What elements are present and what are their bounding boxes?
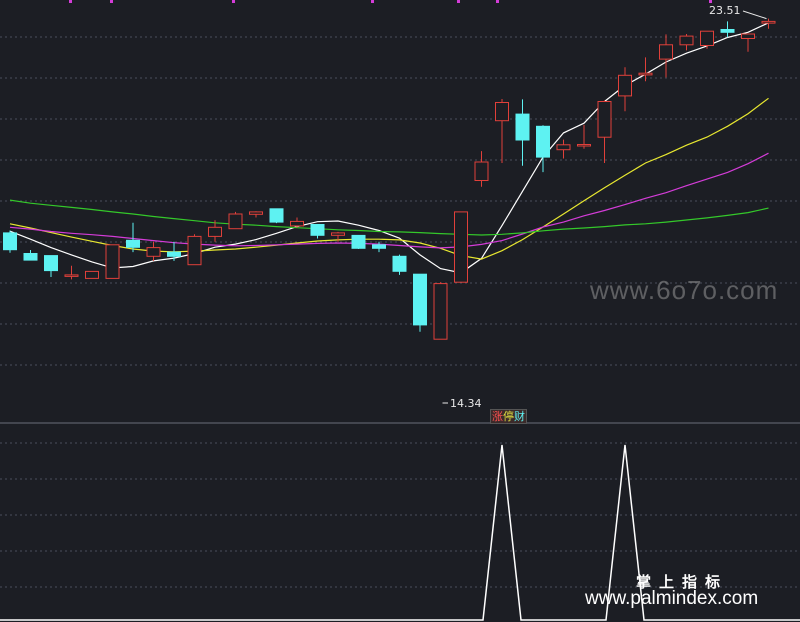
candle-body bbox=[761, 20, 776, 24]
candle-body bbox=[474, 161, 489, 181]
max-price-label: 23.51 bbox=[709, 4, 741, 17]
candle-body bbox=[495, 102, 509, 122]
candle-body bbox=[392, 255, 407, 272]
top-marker bbox=[69, 0, 72, 3]
top-marker bbox=[110, 0, 113, 3]
candle-body bbox=[720, 29, 735, 33]
candle-body bbox=[433, 283, 448, 340]
candle-body bbox=[290, 220, 304, 227]
candle-body bbox=[659, 44, 673, 60]
candle-body bbox=[228, 213, 243, 230]
candle-body bbox=[577, 144, 591, 147]
candle-body bbox=[64, 274, 79, 277]
candle-body bbox=[85, 270, 99, 279]
candle-body bbox=[413, 273, 427, 326]
signal-tag-part1: 涨 bbox=[492, 410, 503, 423]
ma20-line bbox=[9, 152, 769, 249]
candle-body bbox=[208, 226, 222, 237]
candle-body bbox=[515, 113, 530, 141]
candle-body bbox=[638, 72, 653, 76]
candle-body bbox=[167, 251, 181, 257]
top-marker bbox=[371, 0, 374, 3]
candle-body bbox=[597, 101, 612, 138]
max-arrow bbox=[742, 10, 767, 20]
candle-body bbox=[536, 125, 550, 158]
candle-body bbox=[44, 255, 58, 272]
candle-body bbox=[331, 232, 345, 236]
chart-panel: 23.51 14.34 涨停财 www.6o7o.com 掌上指标 www.pa… bbox=[0, 0, 800, 622]
candle-body bbox=[187, 235, 202, 266]
candle-body bbox=[741, 33, 755, 39]
candle-body bbox=[23, 253, 38, 261]
candle-body bbox=[372, 244, 386, 249]
min-price-label: 14.34 bbox=[450, 397, 482, 410]
top-marker bbox=[232, 0, 235, 3]
candle-body bbox=[351, 234, 366, 249]
candle-body bbox=[269, 208, 284, 223]
candle-body bbox=[105, 244, 120, 279]
top-marker bbox=[457, 0, 460, 3]
site-watermark: www.6o7o.com bbox=[590, 275, 779, 305]
top-marker bbox=[496, 0, 499, 3]
candle-body bbox=[700, 30, 714, 47]
candle-body bbox=[146, 247, 161, 257]
signal-tag-part3: 财 bbox=[514, 410, 525, 423]
candle-body bbox=[310, 224, 325, 236]
candle-body bbox=[454, 211, 468, 283]
candle-body bbox=[249, 211, 263, 215]
candle-body bbox=[556, 144, 571, 151]
brand-url: www.palmindex.com bbox=[585, 588, 759, 609]
signal-tag: 涨停财 bbox=[490, 409, 527, 424]
candle-body bbox=[126, 239, 140, 248]
candle-body bbox=[3, 232, 17, 251]
candle-body bbox=[679, 35, 694, 46]
candlestick-chart bbox=[0, 0, 800, 621]
ma60-line bbox=[9, 199, 769, 236]
signal-tag-part2: 停 bbox=[503, 410, 514, 423]
top-marker bbox=[709, 0, 712, 3]
candle-body bbox=[618, 74, 632, 97]
ma5-line bbox=[9, 22, 769, 274]
